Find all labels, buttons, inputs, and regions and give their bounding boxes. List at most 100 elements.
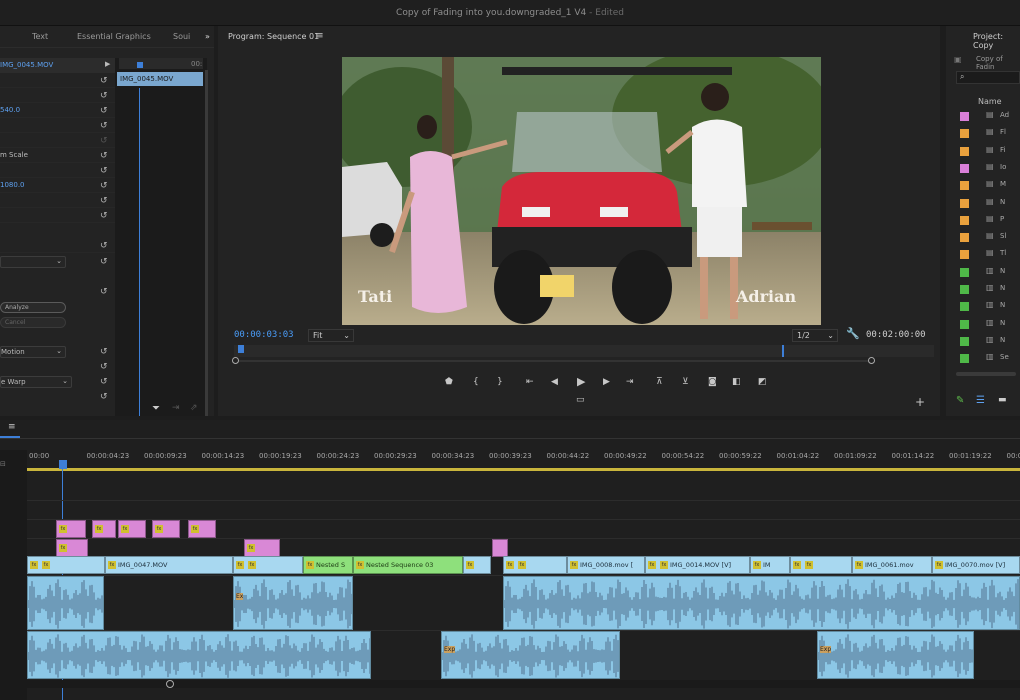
reset-icon[interactable]: ↺ [100, 241, 110, 251]
project-item[interactable]: ▥ N [956, 264, 1020, 281]
blend-dropdown[interactable]: ⌄ [0, 256, 66, 268]
mini-scrollbar[interactable] [205, 70, 208, 416]
anchor-value[interactable]: 1080.0 [0, 181, 25, 189]
pink-clip[interactable]: fx [56, 520, 86, 538]
video-clip[interactable]: fx IM [750, 556, 790, 574]
timeline-menu-icon[interactable]: ≡ [0, 420, 20, 438]
project-item[interactable]: ▥ N [956, 298, 1020, 315]
playhead[interactable] [238, 345, 244, 353]
project-item[interactable]: ▥ N [956, 281, 1020, 298]
video-clip[interactable]: fx fx [27, 556, 105, 574]
reset-icon[interactable]: ↺ [100, 196, 110, 206]
pink-clip[interactable]: fx [118, 520, 146, 538]
video-clip-img-0008[interactable]: fx IMG_0008.mov [ [567, 556, 645, 574]
program-scrubber[interactable] [234, 345, 934, 357]
project-item[interactable]: ▥ Se [956, 350, 1020, 367]
reset-icon[interactable]: ↺ [100, 257, 110, 267]
tab-text[interactable]: Text [32, 32, 48, 41]
list-view-icon[interactable]: ☰ [976, 395, 985, 406]
reset-icon[interactable]: ↺ [100, 151, 110, 161]
mark-out-icon[interactable]: } [497, 377, 503, 387]
column-name[interactable]: Name [978, 97, 1002, 106]
icon-view-icon[interactable]: ▬ [998, 395, 1007, 405]
multicam-icon[interactable]: ▭ [576, 395, 585, 405]
timeline-scrollbar[interactable] [0, 680, 1020, 688]
pink-clip[interactable] [492, 539, 508, 557]
go-to-out-icon[interactable]: ⇥ [626, 377, 634, 387]
audio-clip[interactable] [27, 576, 104, 630]
nested-sequence-clip[interactable]: fx Nested S [303, 556, 353, 574]
camera-icon[interactable]: ◙ [708, 377, 717, 387]
position-y-value[interactable]: 540.0 [0, 106, 20, 114]
warp-dropdown[interactable]: e Warp ⌄ [0, 376, 72, 388]
current-timecode[interactable]: 00:00:03:03 [234, 330, 294, 340]
reset-icon[interactable]: ↺ [100, 362, 110, 372]
video-clip-img-0047[interactable]: fx IMG_0047.MOV [105, 556, 233, 574]
pink-clip[interactable]: fx [152, 520, 180, 538]
marker-icon[interactable]: ⬟ [445, 377, 453, 387]
vr-icon[interactable]: ◩ [758, 377, 767, 387]
play-clip-icon[interactable]: ▶ [105, 60, 110, 68]
add-button-icon[interactable]: + [915, 395, 925, 409]
pink-clip[interactable]: fx [56, 539, 88, 557]
reset-icon[interactable]: ↺ [100, 211, 110, 221]
play-icon[interactable]: ▶ [577, 375, 585, 388]
reset-icon[interactable]: ↺ [100, 121, 110, 131]
reset-icon[interactable]: ↺ [100, 287, 110, 297]
project-item[interactable]: ▤ M [956, 177, 1020, 194]
wrench-icon[interactable]: 🔧 [846, 327, 860, 340]
step-back-icon[interactable]: ◀ [551, 377, 558, 387]
audio-clip[interactable] [27, 631, 371, 679]
timeline-playhead[interactable] [59, 460, 67, 469]
reset-icon[interactable]: ↺ [100, 76, 110, 86]
video-clip[interactable]: fx [463, 556, 491, 574]
project-item[interactable]: ▥ N [956, 316, 1020, 333]
project-item[interactable]: ▤ Fi [956, 143, 1020, 160]
work-area-bar[interactable] [27, 468, 1020, 471]
reset-icon[interactable]: ↺ [100, 377, 110, 387]
panel-overflow-icon[interactable]: » [205, 32, 210, 41]
mini-clip[interactable]: IMG_0045.MOV [117, 72, 203, 86]
project-item[interactable]: ▤ Fl [956, 125, 1020, 142]
track-icon[interactable]: ⊟ [0, 460, 6, 468]
video-clip-img-0061[interactable]: fx IMG_0061.mov [852, 556, 932, 574]
fit-dropdown[interactable]: Fit ⌄ [308, 329, 354, 342]
reset-icon[interactable]: ↺ [100, 166, 110, 176]
mark-in-icon[interactable]: { [473, 377, 479, 387]
audio-clip[interactable]: Ex [233, 576, 353, 630]
panel-menu-icon[interactable]: ≡ [316, 31, 324, 41]
reset-icon[interactable]: ↺ [100, 347, 110, 357]
video-clip[interactable]: fx fx [790, 556, 852, 574]
project-item[interactable]: ▥ N [956, 333, 1020, 350]
video-clip-img-0070[interactable]: fx IMG_0070.mov [V] [932, 556, 1020, 574]
lift-icon[interactable]: ⊼ [656, 377, 663, 387]
filter-icon[interactable]: ⏷ [152, 403, 160, 414]
reset-icon[interactable]: ↺ [100, 91, 110, 101]
analyze-button[interactable]: Analyze [0, 302, 66, 313]
project-item[interactable]: ▤ Tl [956, 246, 1020, 263]
resolution-dropdown[interactable]: 1/2 ⌄ [792, 329, 838, 342]
pink-clip[interactable]: fx [244, 539, 280, 557]
zoom-scrollbar[interactable] [232, 357, 875, 364]
pink-clip[interactable]: fx [188, 520, 216, 538]
video-clip[interactable]: fx fx [233, 556, 303, 574]
reset-icon[interactable]: ↺ [100, 181, 110, 191]
project-item[interactable]: ▤ Ad [956, 108, 1020, 125]
project-item[interactable]: ▤ P [956, 212, 1020, 229]
video-clip[interactable]: fx fx [503, 556, 567, 574]
pink-clip[interactable]: fx [92, 520, 116, 538]
tab-essential-graphics[interactable]: Essential Graphics [77, 32, 151, 41]
reset-icon[interactable]: ↺ [100, 392, 110, 402]
audio-clip[interactable]: Exp [817, 631, 974, 679]
audio-clip[interactable]: Exp [441, 631, 620, 679]
project-item[interactable]: ▤ Sl [956, 229, 1020, 246]
comparison-icon[interactable]: ◧ [732, 377, 741, 387]
pencil-icon[interactable]: ✎ [956, 395, 964, 406]
project-item[interactable]: ▤ Io [956, 160, 1020, 177]
project-item[interactable]: ▤ N [956, 195, 1020, 212]
project-scrollbar[interactable] [956, 372, 1016, 376]
nested-sequence-03-clip[interactable]: fx Nested Sequence 03 [353, 556, 463, 574]
go-to-in-icon[interactable]: ⇤ [526, 377, 534, 387]
tab-sound[interactable]: Soui [173, 32, 190, 41]
video-clip-img-0014[interactable]: fx fx IMG_0014.MOV [V] [645, 556, 750, 574]
